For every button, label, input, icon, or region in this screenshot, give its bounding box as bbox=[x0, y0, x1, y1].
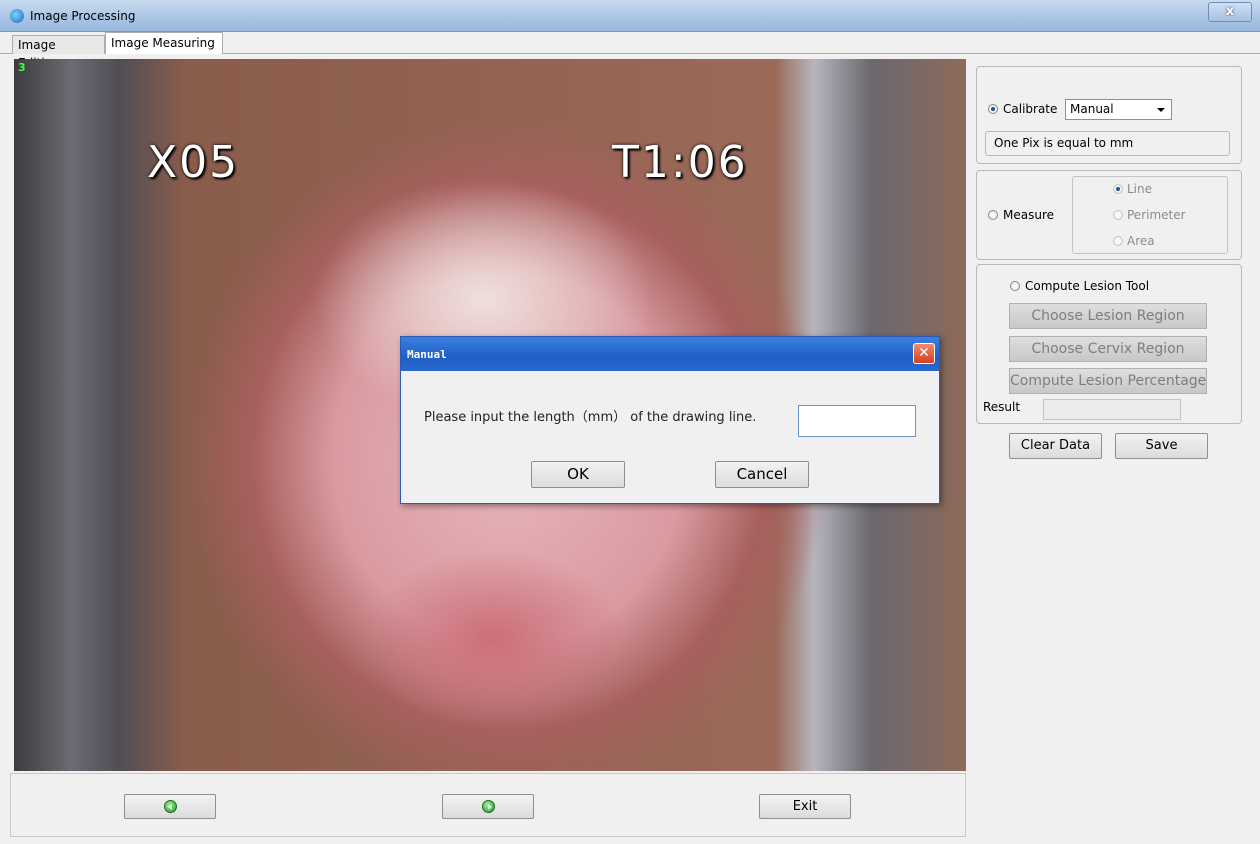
tab-strip: Image Editing Image Measuring bbox=[0, 32, 1260, 70]
result-field bbox=[1043, 399, 1181, 420]
title-bar: Image Processing x bbox=[0, 0, 1260, 32]
measure-line-label: Line bbox=[1127, 182, 1153, 196]
measure-area-label: Area bbox=[1127, 234, 1155, 248]
compute-lesion-label: Compute Lesion Tool bbox=[1025, 279, 1150, 293]
tab-image-editing[interactable]: Image Editing bbox=[12, 35, 105, 70]
measure-label: Measure bbox=[1003, 208, 1054, 222]
measure-radio[interactable] bbox=[988, 210, 998, 220]
app-icon bbox=[10, 9, 24, 23]
choose-cervix-region-button[interactable]: Choose Cervix Region bbox=[1009, 336, 1207, 362]
measure-line-radio[interactable] bbox=[1113, 184, 1123, 194]
frame-number: 3 bbox=[18, 61, 26, 74]
measure-area-radio[interactable] bbox=[1113, 236, 1123, 246]
zoom-overlay-text: X05 bbox=[147, 137, 240, 188]
calibrate-label: Calibrate bbox=[1003, 102, 1058, 116]
chevron-down-icon bbox=[1157, 108, 1165, 116]
calibrate-mode-value: Manual bbox=[1070, 102, 1114, 116]
previous-image-button[interactable] bbox=[124, 794, 216, 819]
ok-button[interactable]: OK bbox=[531, 461, 625, 488]
measure-perimeter-label: Perimeter bbox=[1127, 208, 1186, 222]
measure-perimeter-radio[interactable] bbox=[1113, 210, 1123, 220]
compute-lesion-percentage-button[interactable]: Compute Lesion Percentage bbox=[1009, 368, 1207, 394]
right-arrow-icon bbox=[481, 800, 495, 813]
dialog-close-button[interactable]: ✕ bbox=[913, 343, 935, 364]
window-title: Image Processing bbox=[30, 9, 136, 23]
save-button[interactable]: Save bbox=[1115, 433, 1208, 459]
calibrate-radio[interactable] bbox=[988, 104, 998, 114]
time-overlay-text: T1:06 bbox=[612, 137, 748, 188]
exit-button[interactable]: Exit bbox=[759, 794, 851, 819]
manual-dialog: Manual ✕ Please input the length（mm） of … bbox=[400, 336, 940, 504]
length-input[interactable] bbox=[798, 405, 916, 437]
cancel-button[interactable]: Cancel bbox=[715, 461, 809, 488]
window-close-button[interactable]: x bbox=[1208, 2, 1252, 22]
compute-lesion-radio[interactable] bbox=[1010, 281, 1020, 291]
dialog-title: Manual bbox=[407, 348, 447, 361]
result-label: Result bbox=[983, 400, 1021, 414]
tab-image-measuring[interactable]: Image Measuring bbox=[105, 32, 223, 54]
calibrate-mode-select[interactable]: Manual bbox=[1065, 99, 1172, 120]
left-arrow-icon bbox=[163, 800, 177, 813]
pixel-scale-info: One Pix is equal to mm bbox=[985, 131, 1230, 156]
dialog-message: Please input the length（mm） of the drawi… bbox=[424, 410, 757, 425]
dialog-body: Please input the length（mm） of the drawi… bbox=[405, 373, 935, 499]
clear-data-button[interactable]: Clear Data bbox=[1009, 433, 1102, 459]
choose-lesion-region-button[interactable]: Choose Lesion Region bbox=[1009, 303, 1207, 329]
next-image-button[interactable] bbox=[442, 794, 534, 819]
dialog-title-bar: Manual ✕ bbox=[401, 337, 939, 371]
